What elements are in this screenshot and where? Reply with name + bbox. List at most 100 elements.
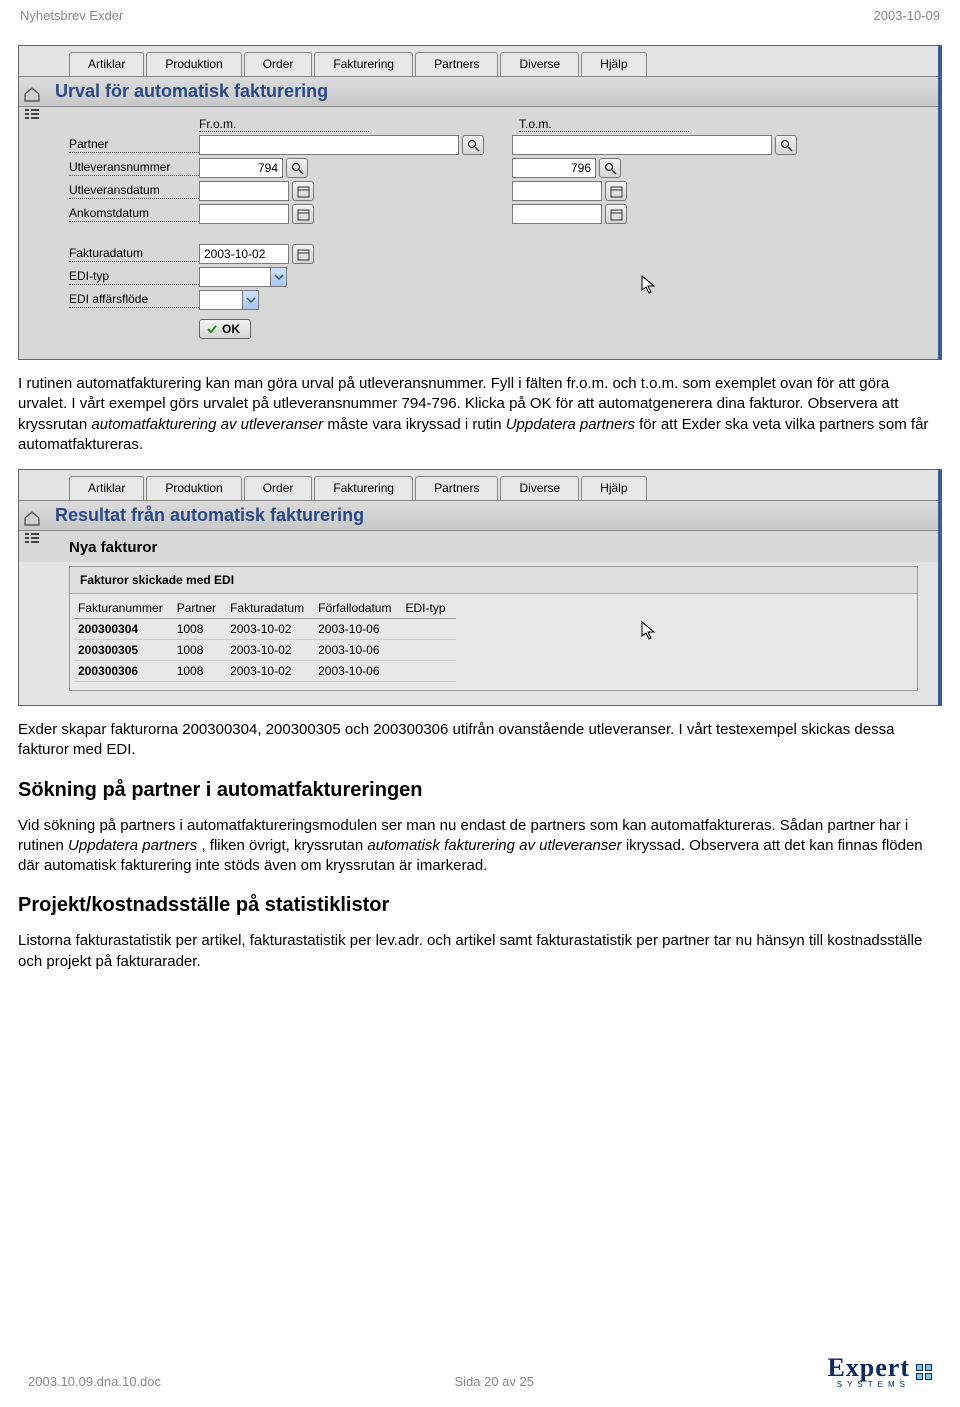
col-fakturadatum: Fakturadatum (226, 598, 314, 619)
cell-edi (401, 640, 455, 661)
table-row: 200300306 1008 2003-10-02 2003-10-06 (74, 661, 456, 682)
tab-partners[interactable]: Partners (415, 476, 498, 500)
home-icon[interactable] (23, 510, 41, 526)
logo-sub: SYSTEMS (827, 1381, 910, 1389)
tab-hjalp[interactable]: Hjälp (581, 52, 646, 76)
table-row: 200300304 1008 2003-10-02 2003-10-06 (74, 619, 456, 640)
select-ediflow[interactable] (199, 290, 259, 310)
table-row: 200300305 1008 2003-10-02 2003-10-06 (74, 640, 456, 661)
tab-partners[interactable]: Partners (415, 52, 498, 76)
list-icon[interactable] (23, 530, 41, 546)
logo-brand: Expert (827, 1355, 910, 1381)
search-icon[interactable] (462, 135, 484, 155)
menu-tabs: Artiklar Produktion Order Fakturering Pa… (19, 46, 938, 77)
col-editype: EDI-typ (401, 598, 455, 619)
label-ankomst: Ankomstdatum (69, 206, 199, 222)
ok-label: OK (222, 322, 240, 336)
tab-fakturering[interactable]: Fakturering (314, 476, 413, 500)
panel-edi-fakturor: Fakturor skickade med EDI Fakturanummer … (69, 566, 918, 691)
cell-fdat: 2003-10-02 (226, 661, 314, 682)
label-fakturadatum: Fakturadatum (69, 246, 199, 262)
screenshot-urval: Artiklar Produktion Order Fakturering Pa… (18, 45, 942, 360)
text: , fliken övrigt, kryssrutan (201, 837, 367, 854)
label-editype: EDI-typ (69, 269, 199, 285)
ok-button[interactable]: OK (199, 319, 251, 339)
doc-title: Nyhetsbrev Exder (20, 8, 123, 23)
cell-edi (401, 661, 455, 682)
section-heading-projekt: Projekt/kostnadsställe på statistiklisto… (18, 894, 942, 917)
logo-squares-icon (916, 1364, 932, 1380)
invoice-table: Fakturanummer Partner Fakturadatum Förfa… (74, 598, 456, 682)
table-header-row: Fakturanummer Partner Fakturadatum Förfa… (74, 598, 456, 619)
chevron-down-icon (270, 268, 286, 286)
panel-title: Fakturor skickade med EDI (70, 567, 917, 594)
text: måste vara ikryssad i rutin (327, 416, 505, 433)
input-partner-from[interactable] (199, 135, 459, 155)
tab-diverse[interactable]: Diverse (500, 476, 579, 500)
sidebar-icons (23, 82, 51, 126)
check-icon (206, 323, 218, 335)
screenshot-resultat: Artiklar Produktion Order Fakturering Pa… (18, 469, 942, 706)
calendar-icon[interactable] (292, 204, 314, 224)
calendar-icon[interactable] (605, 204, 627, 224)
cell-fdue: 2003-10-06 (314, 661, 401, 682)
cell-partner: 1008 (173, 640, 226, 661)
cell-partner: 1008 (173, 619, 226, 640)
input-utlevnr-from[interactable]: 794 (199, 158, 283, 178)
cell-fdat: 2003-10-02 (226, 640, 314, 661)
footer-page: Sida 20 av 25 (454, 1374, 534, 1389)
input-fakturadatum[interactable]: 2003-10-02 (199, 244, 289, 264)
search-icon[interactable] (775, 135, 797, 155)
col-from-label: Fr.o.m. (199, 117, 369, 132)
tab-order[interactable]: Order (244, 52, 313, 76)
tab-artiklar[interactable]: Artiklar (69, 52, 144, 76)
page-header: Nyhetsbrev Exder 2003-10-09 (0, 0, 960, 27)
search-icon[interactable] (599, 158, 621, 178)
sidebar-icons-2 (23, 506, 51, 550)
tab-produktion[interactable]: Produktion (146, 476, 241, 500)
cell-fnr: 200300306 (74, 661, 173, 682)
footer-filename: 2003.10.09.dna.10.doc (28, 1374, 161, 1389)
calendar-icon[interactable] (292, 244, 314, 264)
window-title: Urval för automatisk fakturering (19, 77, 938, 107)
cell-partner: 1008 (173, 661, 226, 682)
text-italic: automatfakturering av utleveranser (91, 416, 323, 433)
label-ediflow: EDI affärsflöde (69, 292, 199, 308)
subtitle-nya-fakturor: Nya fakturor (19, 531, 938, 562)
paragraph-3: Vid sökning på partners i automatfakture… (18, 816, 942, 877)
tab-diverse[interactable]: Diverse (500, 52, 579, 76)
label-partner: Partner (69, 137, 199, 153)
paragraph-4: Listorna fakturastatistik per artikel, f… (18, 931, 942, 972)
chevron-down-icon (242, 291, 258, 309)
tab-artiklar[interactable]: Artiklar (69, 476, 144, 500)
paragraph-2: Exder skapar fakturorna 200300304, 20030… (18, 720, 942, 761)
text-italic: Uppdatera partners (68, 837, 197, 854)
input-utlevdatum-to[interactable] (512, 181, 602, 201)
tab-order[interactable]: Order (244, 476, 313, 500)
input-ankomst-to[interactable] (512, 204, 602, 224)
col-to-label: T.o.m. (519, 117, 689, 132)
select-editype[interactable] (199, 267, 287, 287)
cell-fdue: 2003-10-06 (314, 640, 401, 661)
calendar-icon[interactable] (292, 181, 314, 201)
tab-fakturering[interactable]: Fakturering (314, 52, 413, 76)
tab-produktion[interactable]: Produktion (146, 52, 241, 76)
input-utlevdatum-from[interactable] (199, 181, 289, 201)
col-forfallodatum: Förfallodatum (314, 598, 401, 619)
menu-tabs-2: Artiklar Produktion Order Fakturering Pa… (19, 470, 938, 501)
tab-hjalp[interactable]: Hjälp (581, 476, 646, 500)
list-icon[interactable] (23, 106, 41, 122)
col-partner: Partner (173, 598, 226, 619)
cell-fdat: 2003-10-02 (226, 619, 314, 640)
calendar-icon[interactable] (605, 181, 627, 201)
text-italic: automatisk fakturering av utleveranser (367, 837, 621, 854)
search-icon[interactable] (286, 158, 308, 178)
input-ankomst-from[interactable] (199, 204, 289, 224)
cell-fnr: 200300305 (74, 640, 173, 661)
input-utlevnr-to[interactable]: 796 (512, 158, 596, 178)
label-utlevdatum: Utleveransdatum (69, 183, 199, 199)
text-italic: Uppdatera partners (506, 416, 635, 433)
home-icon[interactable] (23, 86, 41, 102)
input-partner-to[interactable] (512, 135, 772, 155)
cell-fdue: 2003-10-06 (314, 619, 401, 640)
